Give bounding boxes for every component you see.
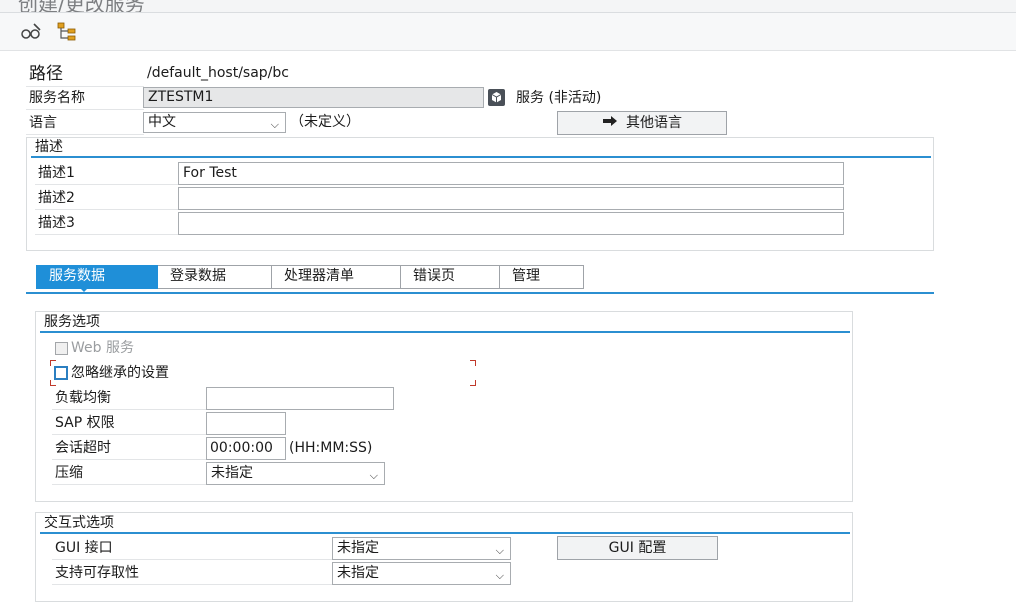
interactive-options-title: 交互式选项 [44,515,114,531]
description-title: 描述 [35,139,63,155]
service-options-rule [40,331,850,333]
gui-interface-value: 未指定 [337,540,379,556]
web-service-label: Web 服务 [71,340,134,356]
tab-service-data[interactable]: 服务数据 [36,265,158,289]
chevron-down-icon: ⌵ [369,469,378,482]
tab-error-pages[interactable]: 错误页 [401,265,500,289]
tab-strip: 服务数据 登录数据 处理器清单 错误页 管理 [36,265,584,289]
path-value: /default_host/sap/bc [147,65,289,81]
language-dropdown[interactable]: 中文 ⌵ [143,112,286,133]
service-name-field[interactable]: ZTESTM1 [143,87,484,108]
focus-corner-br [470,380,476,386]
sap-auth-label: SAP 权限 [52,412,206,435]
window-title: 创建/更改服务 [18,0,145,13]
ignore-inherit-label: 忽略继承的设置 [71,365,169,381]
compression-label: 压缩 [52,462,206,485]
interactive-options-rule [40,532,850,534]
application-toolbar [0,13,1016,51]
description-2-label: 描述2 [35,187,178,210]
accessibility-label: 支持可存取性 [52,562,332,585]
web-service-checkbox[interactable] [55,342,68,355]
session-timeout-unit: (HH:MM:SS) [289,440,373,456]
arrow-right-icon [602,112,618,134]
hierarchy-icon[interactable] [54,19,80,45]
accessibility-value: 未指定 [337,565,379,581]
chevron-down-icon: ⌵ [270,118,279,131]
load-balance-label: 负载均衡 [52,387,206,410]
tab-administration[interactable]: 管理 [500,265,584,289]
tab-handler-list[interactable]: 处理器清单 [272,265,401,289]
tab-underline [26,292,934,294]
description-3-label: 描述3 [35,212,178,235]
gui-interface-label: GUI 接口 [52,537,332,560]
language-label: 语言 [26,112,144,135]
service-options-title: 服务选项 [44,314,100,330]
tab-logon-data[interactable]: 登录数据 [158,265,272,289]
sap-auth-field[interactable] [206,412,286,435]
ignore-inherit-checkbox[interactable] [54,366,68,380]
path-label: 路径 [26,62,144,87]
description-3-field[interactable] [178,212,844,235]
description-1-label: 描述1 [35,162,178,185]
gui-config-button[interactable]: GUI 配置 [557,536,718,560]
service-name-label: 服务名称 [26,87,144,110]
session-timeout-label: 会话超时 [52,437,206,460]
load-balance-field[interactable] [206,387,394,410]
window-title-bar: 创建/更改服务 [0,0,1016,13]
description-1-field[interactable]: For Test [178,162,844,185]
chevron-down-icon: ⌵ [495,569,504,582]
chevron-down-icon: ⌵ [495,544,504,557]
compression-value: 未指定 [211,465,253,481]
description-rule [31,156,931,158]
other-languages-label: 其他语言 [626,115,682,131]
compression-dropdown[interactable]: 未指定 ⌵ [206,462,385,485]
language-undefined-note: （未定义） [290,114,360,130]
description-2-field[interactable] [178,187,844,210]
language-value: 中文 [148,114,176,130]
session-timeout-field[interactable]: 00:00:00 [206,437,286,460]
focus-corner-bl [50,380,56,386]
focus-corner-tr [470,360,476,366]
service-status: 服务 (非活动) [516,90,602,106]
other-languages-button[interactable]: 其他语言 [557,111,727,135]
accessibility-dropdown[interactable]: 未指定 ⌵ [332,562,511,585]
gui-interface-dropdown[interactable]: 未指定 ⌵ [332,537,511,560]
glasses-edit-icon[interactable] [18,19,44,45]
service-cube-icon [488,89,505,106]
